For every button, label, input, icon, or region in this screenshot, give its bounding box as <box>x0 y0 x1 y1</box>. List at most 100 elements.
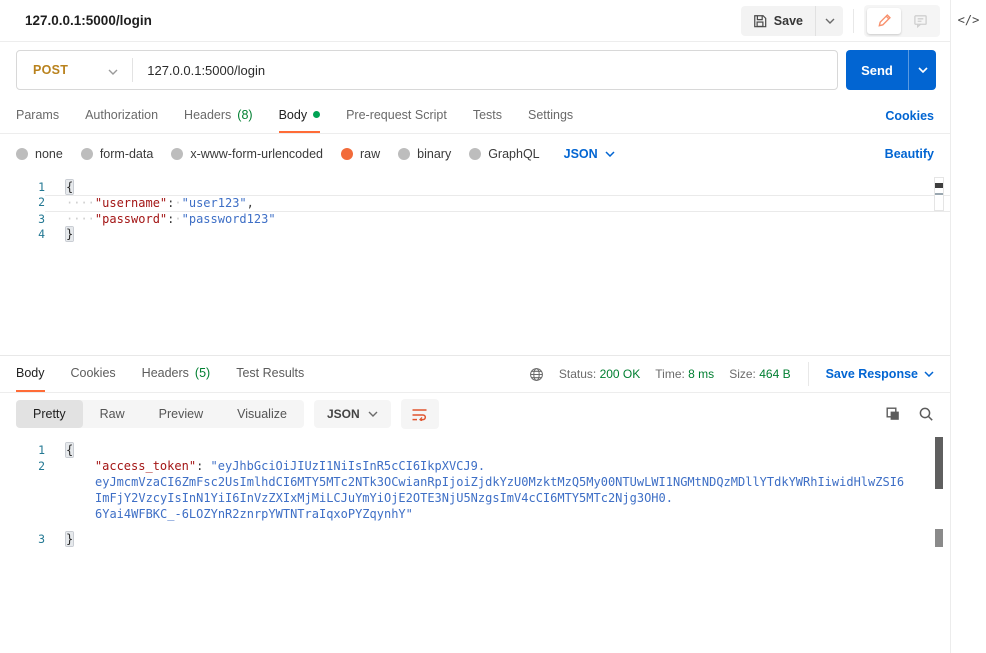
chevron-down-icon <box>924 371 934 377</box>
code-line-wrapped: ImFjY2VzcyIsInN1YiI6InVzZXIxMjMiLCJuYmYi… <box>95 491 673 505</box>
search-icon <box>918 406 934 422</box>
url-input[interactable]: 127.0.0.1:5000/login <box>133 63 837 78</box>
response-headers-count-badge: (5) <box>194 366 211 380</box>
open-brace: { <box>66 180 74 194</box>
save-options-button[interactable] <box>815 5 843 36</box>
comment-icon <box>913 13 928 28</box>
tab-headers[interactable]: Headers (8) <box>184 98 253 133</box>
save-response-button[interactable]: Save Response <box>826 367 934 381</box>
code-line: 4 } <box>38 227 74 241</box>
radio-icon <box>80 148 93 160</box>
tab-pre-request-script[interactable]: Pre-request Script <box>346 98 447 133</box>
radio-graphql[interactable]: GraphQL <box>469 147 540 161</box>
code-line-wrapped: 6Yai4WFBKC_-6LOZYnR2znrpYWTNTraIqxoPYZqy… <box>95 507 413 521</box>
code-line: 3 } <box>38 532 74 546</box>
wrap-lines-button[interactable] <box>400 399 439 429</box>
response-view-toolbar: Pretty Raw Preview Visualize JSON <box>0 393 950 435</box>
beautify-link[interactable]: Beautify <box>885 147 934 161</box>
send-button-group: Send <box>846 50 936 90</box>
radio-icon <box>16 148 28 160</box>
comment-button[interactable] <box>903 8 937 34</box>
search-button[interactable] <box>918 406 934 422</box>
tab-response-cookies[interactable]: Cookies <box>71 356 116 392</box>
size-badge: Size: 464 B <box>729 367 791 381</box>
response-tabs: Body Cookies Headers (5) Test Results Sta… <box>0 356 950 393</box>
chevron-down-icon <box>605 151 615 157</box>
save-icon <box>753 14 767 28</box>
close-brace: } <box>66 532 74 546</box>
divider <box>807 362 809 386</box>
code-line: 1 { <box>38 180 74 194</box>
copy-button[interactable] <box>885 406 901 422</box>
tab-settings[interactable]: Settings <box>528 98 573 133</box>
time-badge: Time: 8 ms <box>655 367 715 381</box>
response-format-selector[interactable]: JSON <box>313 400 391 428</box>
response-body-editor[interactable]: 1 { 2 "access_token": "eyJhbGciOiJIUzI1N… <box>0 435 950 653</box>
divider <box>853 8 854 33</box>
url-container: POST 127.0.0.1:5000/login <box>16 50 838 90</box>
cookies-link[interactable]: Cookies <box>885 109 934 123</box>
code-line-wrapped: eyJmcmVzaCI6ZmFsc2UsImlhdCI6MTY5MTc2NTk3… <box>95 475 905 489</box>
chevron-down-icon[interactable] <box>68 62 132 78</box>
response-meta: Status: 200 OK Time: 8 ms Size: 464 B Sa… <box>529 356 934 392</box>
response-actions <box>885 406 934 422</box>
request-tabs: Params Authorization Headers (8) Body Pre… <box>0 98 950 134</box>
method-selector[interactable]: POST <box>17 63 68 77</box>
request-title: 127.0.0.1:5000/login <box>25 13 152 28</box>
chevron-down-icon <box>368 411 378 417</box>
view-switcher: Pretty Raw Preview Visualize <box>16 400 304 428</box>
radio-raw[interactable]: raw <box>341 147 380 161</box>
radio-icon <box>398 148 411 160</box>
raw-format-selector[interactable]: JSON <box>564 147 615 161</box>
chevron-down-icon <box>917 67 928 73</box>
body-present-dot <box>313 111 321 118</box>
edit-button[interactable] <box>867 7 901 34</box>
radio-icon <box>469 148 482 160</box>
save-button-label: Save <box>773 13 803 28</box>
request-editor-scrollbar[interactable] <box>934 177 944 211</box>
view-raw[interactable]: Raw <box>83 400 142 428</box>
main-panel: 127.0.0.1:5000/login Save POST 127.0.0.1… <box>0 0 950 653</box>
copy-icon <box>885 406 901 422</box>
request-url-row: POST 127.0.0.1:5000/login Send <box>0 42 950 98</box>
wrap-lines-icon <box>411 407 428 421</box>
code-line: 1 { <box>38 443 74 457</box>
headers-count-badge: (8) <box>237 107 253 122</box>
save-button[interactable]: Save <box>741 6 815 36</box>
tab-body[interactable]: Body <box>278 98 321 133</box>
send-options-button[interactable] <box>908 50 936 90</box>
code-line: 3 ····"password":·"password123" <box>38 212 276 226</box>
globe-icon[interactable] <box>529 367 544 382</box>
radio-selected-icon <box>341 148 353 160</box>
request-title-bar: 127.0.0.1:5000/login Save <box>0 0 950 42</box>
code-line-current: 2 ····"username":·"user123", <box>0 195 950 212</box>
view-preview[interactable]: Preview <box>142 400 220 428</box>
body-type-row: none form-data x-www-form-urlencoded raw… <box>0 134 950 174</box>
tab-test-results[interactable]: Test Results <box>236 356 304 392</box>
open-brace: { <box>66 443 74 457</box>
tab-authorization[interactable]: Authorization <box>85 98 158 133</box>
save-button-group: Save <box>740 5 843 36</box>
tab-response-headers[interactable]: Headers (5) <box>142 356 211 392</box>
radio-binary[interactable]: binary <box>398 147 451 161</box>
request-body-editor[interactable]: 1 { 2 ····"username":·"user123", 3 ····"… <box>0 174 950 356</box>
view-visualize[interactable]: Visualize <box>220 400 304 428</box>
send-button[interactable]: Send <box>846 50 908 90</box>
radio-form-data[interactable]: form-data <box>80 147 153 161</box>
tab-response-body[interactable]: Body <box>16 356 45 392</box>
pencil-icon <box>877 13 892 28</box>
radio-x-www-form-urlencoded[interactable]: x-www-form-urlencoded <box>171 147 323 161</box>
code-line: 2 "access_token": "eyJhbGciOiJIUzI1NiIsI… <box>38 459 486 473</box>
chevron-down-icon <box>825 18 835 24</box>
close-brace: } <box>66 227 74 241</box>
radio-icon <box>171 148 184 160</box>
tab-params[interactable]: Params <box>16 98 59 133</box>
view-pretty[interactable]: Pretty <box>16 400 83 428</box>
code-snippet-icon[interactable]: </> <box>958 13 980 27</box>
topbar-actions: Save <box>740 4 940 37</box>
radio-none[interactable]: none <box>16 147 63 161</box>
tab-tests[interactable]: Tests <box>473 98 502 133</box>
status-badge: Status: 200 OK <box>558 367 641 381</box>
edit-comment-toggle <box>864 4 940 37</box>
response-editor-scrollbar[interactable] <box>934 437 944 647</box>
